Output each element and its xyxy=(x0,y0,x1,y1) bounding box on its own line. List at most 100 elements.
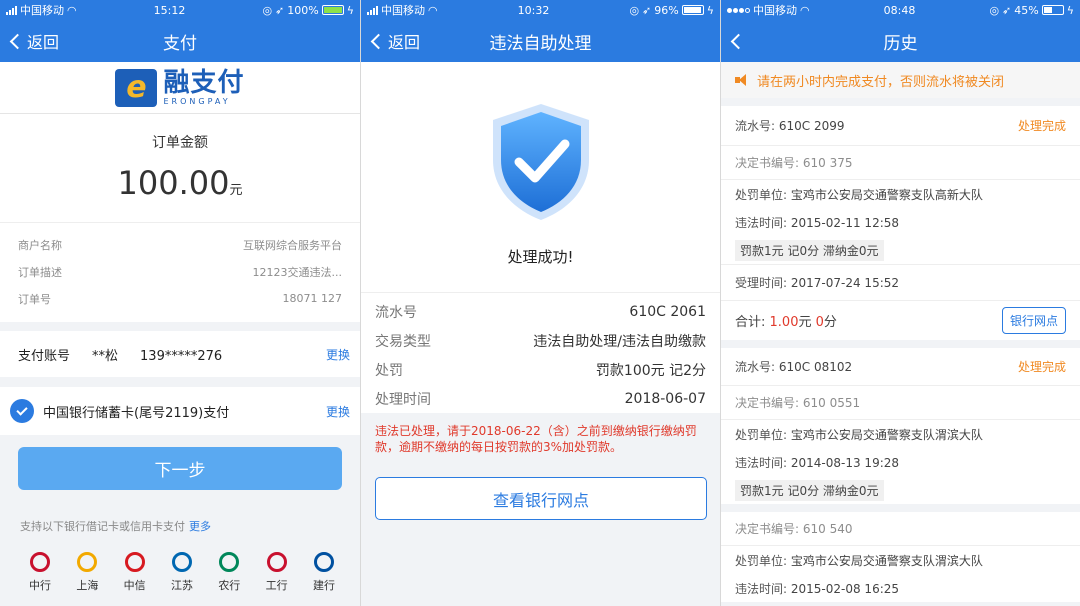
detail-value: 2018-06-07 xyxy=(624,390,706,407)
bank-abc: 农行 xyxy=(211,552,247,593)
order-info: 商户名称 互联网综合服务平台 订单描述 12123交通违法... 订单号 18071 … xyxy=(0,222,360,322)
back-button[interactable]: 返回 xyxy=(8,20,59,62)
status-time: 10:32 xyxy=(517,3,550,17)
back-button[interactable]: 返回 xyxy=(369,20,420,62)
record-field: 违法时间: 2015-02-11 12:58 xyxy=(721,208,1080,236)
next-button[interactable]: 下一步 xyxy=(18,447,342,490)
detail-row: 处罚 罚款100元 记2分 xyxy=(375,355,706,384)
serial-value: 610C 2099 xyxy=(778,119,845,133)
detail-row: 交易类型 违法自助处理/违法自助缴款 xyxy=(375,326,706,355)
nav-bar: 返回 违法自助处理 xyxy=(361,20,720,62)
lock-rotation-icon: ◎ xyxy=(262,3,273,17)
more-banks-link[interactable]: 更多 xyxy=(189,520,211,533)
pay-card-row[interactable]: 中国银行储蓄卡(尾号2119)支付 更换 xyxy=(0,387,360,435)
payment-warning: 请在两小时内完成支付，否则流水将被关闭 xyxy=(721,62,1080,98)
battery-percent: 96% xyxy=(654,3,679,17)
lock-rotation-icon: ◎ xyxy=(989,3,1000,17)
lock-rotation-icon: ◎ xyxy=(629,3,640,17)
status-time: 15:12 xyxy=(153,3,186,17)
unit-value: 宝鸡市公安局交通警察支队渭滨大队 xyxy=(790,427,983,442)
detail-value: 610C 2061 xyxy=(629,303,706,320)
time-label: 违法时间: xyxy=(735,215,788,230)
amount-value: 100.00元 xyxy=(0,164,360,202)
serial-label: 流水号: xyxy=(735,119,776,133)
carrier-label: 中国移动 xyxy=(381,4,425,17)
history-record[interactable]: 流水号: 610C 2099 处理完成 决定书编号: 610 375 处罚单位: … xyxy=(721,106,1080,340)
fee-badge: 罚款1元 记0分 滞纳金0元 xyxy=(735,239,884,261)
back-button[interactable] xyxy=(729,20,747,62)
speaker-icon xyxy=(735,74,749,86)
unit-value: 宝鸡市公安局交通警察支队渭滨大队 xyxy=(790,553,983,568)
icbc-icon xyxy=(266,552,287,572)
record-field: 决定书编号: 610 540 xyxy=(721,512,1080,546)
detail-value: 罚款100元 记2分 xyxy=(595,362,706,379)
charging-icon: ϟ xyxy=(1066,3,1074,17)
info-row: 订单描述 12123交通违法... xyxy=(18,258,342,285)
record-header: 流水号: 610C 08102 处理完成 xyxy=(721,348,1080,386)
decision-value: 610 540 xyxy=(802,522,853,536)
view-bank-outlets-button[interactable]: 查看银行网点 xyxy=(375,477,707,520)
bank-outlets-button[interactable]: 银行网点 xyxy=(1001,307,1066,334)
record-field: 处罚单位: 宝鸡市公安局交通警察支队高新大队 xyxy=(721,180,1080,208)
serial-label: 流水号: xyxy=(735,360,776,374)
shield-check-icon xyxy=(492,104,589,220)
signal-icon xyxy=(727,7,750,13)
chevron-left-icon xyxy=(9,33,26,49)
record-header: 流水号: 610C 2099 处理完成 xyxy=(721,106,1080,146)
logo-en-text: ERONGPAY xyxy=(163,97,231,106)
bank-name: 建行 xyxy=(312,579,335,592)
time-label: 违法时间: xyxy=(735,455,788,470)
history-record[interactable]: 决定书编号: 610 540 处罚单位: 宝鸡市公安局交通警察支队渭滨大队 违法… xyxy=(721,512,1080,602)
card-text: 中国银行储蓄卡(尾号2119)支付 xyxy=(43,405,230,421)
record-field: 处罚单位: 宝鸡市公安局交通警察支队渭滨大队 xyxy=(721,420,1080,448)
violation-details: 流水号 610C 2061 交易类型 违法自助处理/违法自助缴款 处罚 罚款100元 … xyxy=(361,292,720,413)
bank-name: 工行 xyxy=(265,579,288,592)
wifi-icon: ◠ xyxy=(800,3,810,17)
status-time: 08:48 xyxy=(883,3,916,17)
record-field: 受理时间: 2017-07-24 15:52 xyxy=(721,264,1080,300)
detail-row: 流水号 610C 2061 xyxy=(375,297,706,326)
logo-e-icon: e xyxy=(115,68,158,107)
logo-cn-text: 融支付 xyxy=(163,68,245,98)
location-icon: ➶ xyxy=(275,3,285,17)
detail-label: 交易类型 xyxy=(375,333,431,350)
record-field: 决定书编号: 610 0551 xyxy=(721,386,1080,420)
pay-account-row: 支付账号 **松 139*****276 更换 xyxy=(0,331,360,377)
checkmark-icon xyxy=(10,399,34,423)
total-yuan: 1.00 xyxy=(769,315,799,330)
chevron-left-icon xyxy=(730,33,747,49)
history-record[interactable]: 流水号: 610C 08102 处理完成 决定书编号: 610 0551 处罚单位… xyxy=(721,348,1080,504)
jsbc-icon xyxy=(171,552,192,572)
order-amount-section: 订单金额 100.00元 xyxy=(0,114,360,222)
change-account-link[interactable]: 更换 xyxy=(326,346,350,363)
battery-icon xyxy=(321,5,344,15)
decision-label: 决定书编号: xyxy=(735,156,800,170)
accept-value: 2017-07-24 15:52 xyxy=(790,276,900,290)
fee-row: 罚款1元 记0分 滞纳金0元 xyxy=(721,236,1080,264)
bank-icbc: 工行 xyxy=(259,552,295,593)
page-title: 违法自助处理 xyxy=(489,33,592,54)
chevron-left-icon xyxy=(370,33,387,49)
warning-text: 请在两小时内完成支付，否则流水将被关闭 xyxy=(757,74,1005,90)
decision-value: 610 375 xyxy=(802,156,853,170)
battery-icon xyxy=(1041,5,1064,15)
fee-badge: 罚款1元 记0分 滞纳金0元 xyxy=(735,479,884,501)
carrier-label: 中国移动 xyxy=(753,4,797,17)
amount-number: 100.00 xyxy=(117,164,230,202)
battery-percent: 45% xyxy=(1014,3,1039,17)
bank-name: 农行 xyxy=(218,579,241,592)
unit-label: 处罚单位: xyxy=(735,427,788,442)
decision-label: 决定书编号: xyxy=(735,396,800,410)
ccb-icon xyxy=(313,552,334,572)
bank-name: 中行 xyxy=(29,579,51,592)
page-title: 支付 xyxy=(163,33,197,54)
total-fen: 0 xyxy=(815,315,824,330)
page-title: 历史 xyxy=(883,33,918,54)
unit-label: 处罚单位: xyxy=(735,187,788,202)
detail-label: 处罚 xyxy=(375,362,403,379)
decision-label: 决定书编号: xyxy=(735,522,800,536)
nav-bar: 返回 支付 xyxy=(0,20,360,62)
account-number: 139*****276 xyxy=(140,348,223,364)
change-card-link[interactable]: 更换 xyxy=(326,403,350,420)
bank-jiangsu: 江苏 xyxy=(164,552,200,593)
